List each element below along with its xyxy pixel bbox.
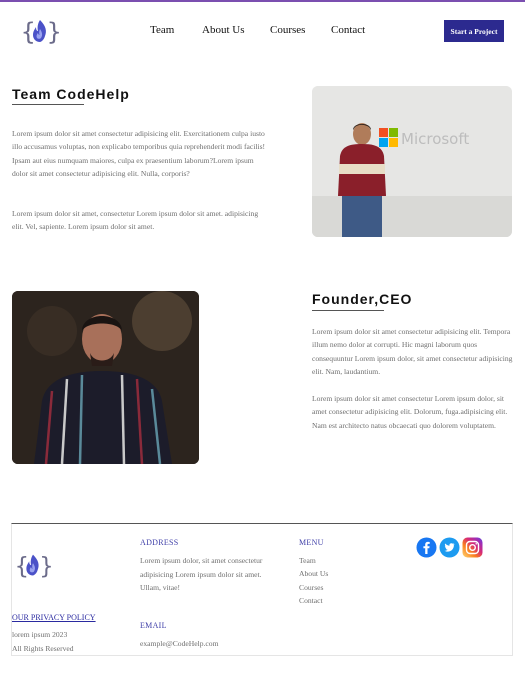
nav-about-us[interactable]: About Us bbox=[202, 24, 244, 36]
svg-text:}: } bbox=[47, 18, 60, 46]
address-text: Lorem ipsum dolor, sit amet consectetur … bbox=[140, 556, 263, 592]
microsoft-sign-text: Microsoft bbox=[401, 130, 469, 148]
codehelp-logo-icon[interactable]: { } bbox=[20, 14, 60, 50]
site-header: { } Team About Us Courses Contact Start … bbox=[0, 2, 525, 60]
svg-text:{: { bbox=[21, 18, 35, 46]
footer-menu-about-us[interactable]: About Us bbox=[299, 569, 328, 578]
team-paragraph-1: Lorem ipsum dolor sit amet consectetur a… bbox=[12, 129, 266, 178]
team-paragraph-2: Lorem ipsum dolor sit amet, consectetur … bbox=[12, 209, 259, 232]
team-photo-illustration: Microsoft bbox=[312, 86, 512, 237]
nav-team[interactable]: Team bbox=[150, 24, 174, 36]
footer-rights: All Rights Reserved bbox=[12, 644, 74, 653]
privacy-policy-link[interactable]: OUR PRIVACY POLICY bbox=[12, 613, 96, 622]
team-photo: Microsoft bbox=[312, 86, 512, 237]
nav-courses[interactable]: Courses bbox=[270, 24, 305, 36]
svg-text:}: } bbox=[40, 554, 52, 580]
address-heading: ADDRESS bbox=[140, 538, 179, 547]
founder-paragraph-1: Lorem ipsum dolor sit amet consectetur a… bbox=[312, 327, 513, 376]
footer-menu-team[interactable]: Team bbox=[299, 556, 316, 565]
founder-paragraph-2: Lorem ipsum dolor sit amet consectetur L… bbox=[312, 394, 508, 430]
nav-contact[interactable]: Contact bbox=[331, 24, 365, 36]
team-title: Team CodeHelp bbox=[12, 86, 130, 102]
founder-title-underline bbox=[312, 310, 384, 311]
footer-copyright: lorem ipsum 2023 bbox=[12, 630, 68, 639]
twitter-icon[interactable] bbox=[439, 537, 460, 558]
facebook-icon[interactable] bbox=[416, 537, 437, 558]
footer-menu-courses[interactable]: Courses bbox=[299, 583, 323, 592]
founder-photo bbox=[12, 291, 199, 464]
email-heading: EMAIL bbox=[140, 621, 167, 630]
footer-menu-contact[interactable]: Contact bbox=[299, 596, 323, 605]
menu-heading: MENU bbox=[299, 538, 324, 547]
founder-photo-illustration bbox=[12, 291, 199, 464]
microsoft-logo-icon bbox=[379, 128, 388, 137]
footer-logo-icon[interactable]: { } bbox=[14, 549, 52, 583]
founder-title: Founder,CEO bbox=[312, 291, 413, 307]
instagram-icon[interactable] bbox=[462, 537, 483, 558]
start-project-button[interactable]: Start a Project bbox=[444, 20, 504, 42]
email-text: example@CodeHelp.com bbox=[140, 639, 219, 648]
team-title-underline bbox=[12, 104, 84, 105]
